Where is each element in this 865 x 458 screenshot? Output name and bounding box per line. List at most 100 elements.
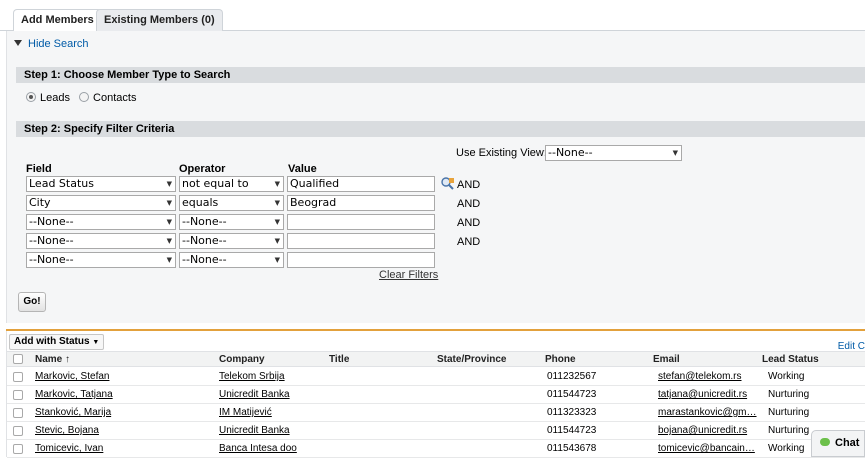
select-arrow-icon: ▼ [166,218,172,226]
filter-operator-value: --None-- [182,215,227,228]
filter-field-select[interactable]: --None-- ▼ [26,252,176,268]
radio-selected-icon [26,92,36,102]
col-title[interactable]: Title [329,354,349,365]
col-email[interactable]: Email [653,354,680,365]
and-label: AND [457,198,481,210]
tab-add-members[interactable]: Add Members [13,9,102,32]
tab-existing-members[interactable]: Existing Members (0) [96,9,223,31]
lead-name-link[interactable]: Stevic, Bojana [35,425,99,436]
filter-field-value: City [29,196,51,209]
phone-cell: 011543678 [547,443,597,454]
select-arrow-icon: ▼ [166,237,172,245]
clear-filters-link[interactable]: Clear Filters [379,269,438,281]
status-cell: Working [768,371,805,382]
row-checkbox[interactable] [13,408,23,418]
filter-operator-select[interactable]: equals ▼ [179,195,284,211]
select-all-checkbox[interactable] [13,354,23,364]
table-row: Stanković, Marija IM Matijević 011323323… [7,404,865,422]
radio-contacts[interactable]: Contacts [79,92,136,104]
hide-search-label: Hide Search [28,38,89,50]
email-link[interactable]: stefan@telekom.rs [658,371,742,382]
lead-name-link[interactable]: Markovic, Stefan [35,371,109,382]
filter-value-input[interactable]: Qualified [287,176,435,192]
filter-operator-select[interactable]: --None-- ▼ [179,233,284,249]
row-checkbox[interactable] [13,390,23,400]
lookup-icon[interactable] [441,177,455,190]
existing-view-label: Use Existing View: [456,147,547,159]
select-arrow-icon: ▼ [672,149,678,157]
company-link[interactable]: IM Matijević [219,407,272,418]
status-cell: Nurturing [768,425,810,436]
filter-operator-select[interactable]: --None-- ▼ [179,214,284,230]
filter-field-select[interactable]: City ▼ [26,195,176,211]
row-checkbox[interactable] [13,444,23,454]
col-state[interactable]: State/Province [437,354,506,365]
select-arrow-icon: ▼ [274,199,280,207]
email-link[interactable]: tomicevic@bancain… [658,443,755,454]
row-checkbox[interactable] [13,372,23,382]
filter-field-value: --None-- [29,215,74,228]
filter-operator-value: --None-- [182,234,227,247]
and-label: AND [457,236,481,248]
filter-operator-select[interactable]: --None-- ▼ [179,252,284,268]
radio-leads[interactable]: Leads [26,92,70,104]
lead-name-link[interactable]: Tomicevic, Ivan [35,443,103,454]
table-row: Tomicevic, Ivan Banca Intesa doo 0115436… [7,440,865,458]
add-with-status-label: Add with Status [14,336,90,347]
select-arrow-icon: ▼ [274,237,280,245]
filter-operator-value: equals [182,196,219,209]
select-arrow-icon: ▼ [274,218,280,226]
col-company[interactable]: Company [219,354,265,365]
lead-name-link[interactable]: Stanković, Marija [35,407,111,418]
radio-leads-label: Leads [40,92,70,104]
company-link[interactable]: Unicredit Banka [219,389,290,400]
select-arrow-icon: ▼ [274,256,280,264]
lead-name-link[interactable]: Markovic, Tatjana [35,389,113,400]
row-checkbox[interactable] [13,426,23,436]
select-arrow-icon: ▼ [166,256,172,264]
phone-cell: 011544723 [547,389,597,400]
company-link[interactable]: Banca Intesa doo [219,443,297,454]
email-link[interactable]: bojana@unicredit.rs [658,425,747,436]
filter-operator-select[interactable]: not equal to ▼ [179,176,284,192]
col-phone[interactable]: Phone [545,354,576,365]
chat-button[interactable]: Chat [811,430,865,457]
company-link[interactable]: Unicredit Banka [219,425,290,436]
filter-value-input[interactable]: Beograd [287,195,435,211]
filter-value-input[interactable] [287,252,435,268]
company-link[interactable]: Telekom Srbija [219,371,285,382]
filter-field-select[interactable]: Lead Status ▼ [26,176,176,192]
step2-header: Step 2: Specify Filter Criteria [16,121,865,137]
caret-down-icon: ▼ [92,339,100,346]
filter-value-input[interactable] [287,214,435,230]
col-name[interactable]: Name ↑ [35,354,70,365]
radio-unselected-icon [79,92,90,102]
select-arrow-icon: ▼ [166,180,172,188]
and-label: AND [457,179,481,191]
add-with-status-button[interactable]: Add with Status ▼ [9,334,105,350]
operator-column-label: Operator [179,163,226,175]
value-column-label: Value [288,163,317,175]
table-header: Name ↑ Company Title State/Province Phon… [7,351,865,367]
and-label: AND [457,217,481,229]
filter-value-input[interactable] [287,233,435,249]
filter-field-value: --None-- [29,234,74,247]
filter-field-select[interactable]: --None-- ▼ [26,214,176,230]
go-button[interactable]: Go! [18,292,46,312]
field-column-label: Field [26,163,52,175]
phone-cell: 011232567 [547,371,597,382]
email-link[interactable]: tatjana@unicredit.rs [658,389,747,400]
phone-cell: 011544723 [547,425,597,436]
existing-view-value: --None-- [548,146,593,159]
status-cell: Nurturing [768,389,810,400]
chat-bubble-icon [820,438,830,446]
radio-contacts-label: Contacts [93,92,137,104]
email-link[interactable]: marastankovic@gm… [658,407,757,418]
select-arrow-icon: ▼ [274,180,280,188]
table-row: Markovic, Stefan Telekom Srbija 01123256… [7,368,865,386]
hide-search-toggle[interactable]: Hide Search [14,38,89,50]
existing-view-select[interactable]: --None-- ▼ [545,145,682,161]
col-lead-status[interactable]: Lead Status [762,354,819,365]
phone-cell: 011323323 [547,407,597,418]
filter-field-select[interactable]: --None-- ▼ [26,233,176,249]
